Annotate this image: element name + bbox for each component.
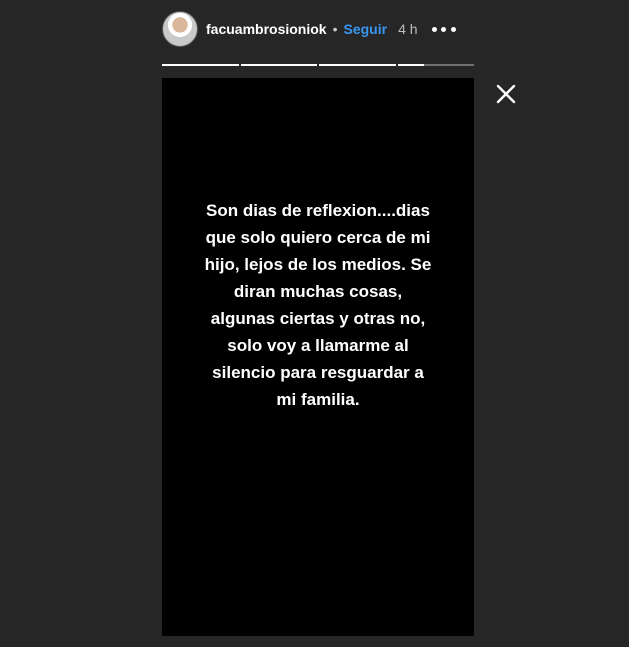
progress-fill — [319, 64, 396, 66]
progress-fill — [397, 64, 425, 66]
more-dot — [441, 26, 447, 32]
progress-segment — [162, 64, 239, 66]
story-header: facuambrosioniok • Seguir 4 h — [162, 11, 482, 47]
story-progress-bar — [162, 64, 474, 67]
close-icon[interactable] — [494, 82, 518, 106]
more-dot — [450, 26, 456, 32]
avatar[interactable] — [162, 11, 198, 47]
progress-segment — [319, 64, 396, 66]
progress-fill — [162, 64, 239, 66]
username[interactable]: facuambrosioniok — [206, 21, 327, 37]
story-viewer: facuambrosioniok • Seguir 4 h Son dias d… — [0, 0, 629, 647]
separator-dot: • — [332, 21, 338, 37]
progress-segment — [240, 64, 317, 66]
progress-fill — [240, 64, 317, 66]
progress-segment — [397, 64, 474, 66]
timestamp: 4 h — [398, 21, 418, 37]
follow-button[interactable]: Seguir — [344, 21, 388, 37]
more-dot — [431, 26, 437, 32]
story-text: Son dias de reflexion....dias que solo q… — [204, 201, 432, 409]
more-options-icon[interactable] — [431, 25, 456, 33]
story-content[interactable]: Son dias de reflexion....dias que solo q… — [162, 78, 474, 636]
